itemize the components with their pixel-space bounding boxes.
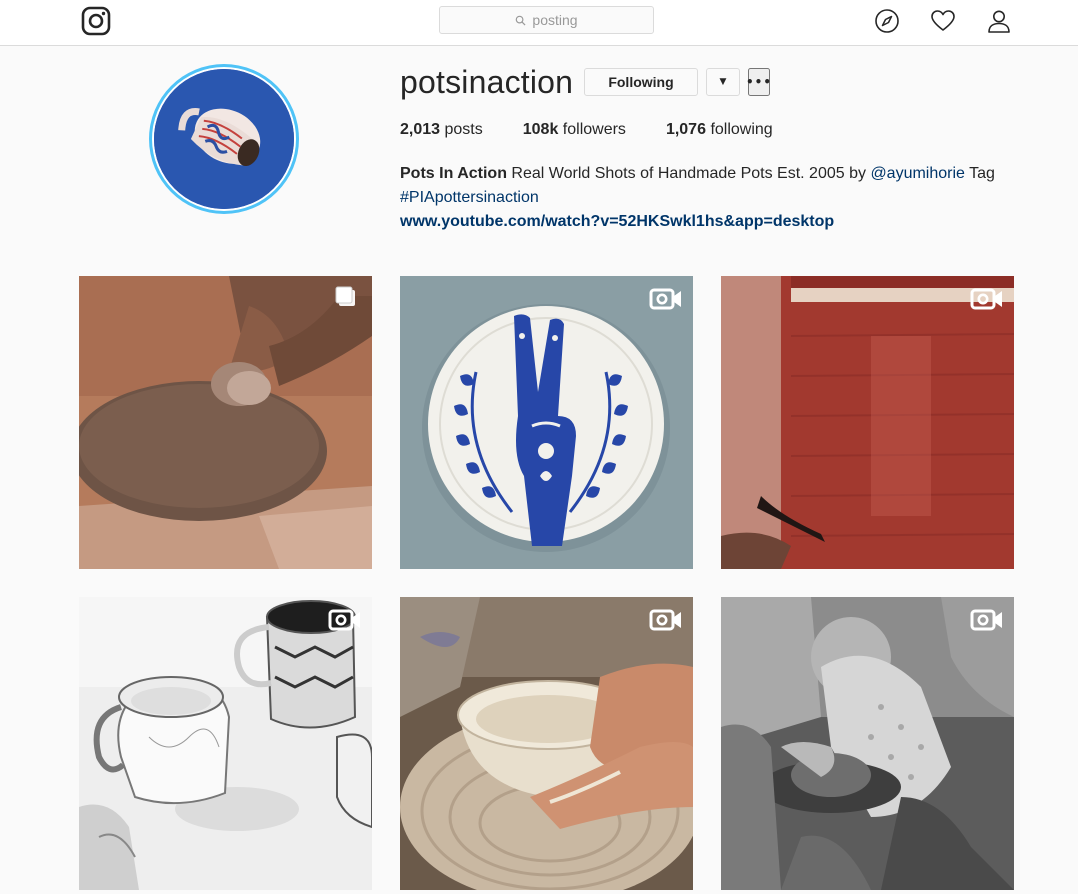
bio-website-link[interactable]: www.youtube.com/watch?v=52HKSwkl1hs&app=…: [400, 210, 1040, 234]
avatar-image: [154, 69, 294, 209]
instagram-logo-icon[interactable]: [81, 6, 111, 36]
heart-icon[interactable]: [930, 8, 956, 34]
post-tile[interactable]: [721, 597, 1014, 890]
posts-label: posts: [444, 121, 483, 138]
suggestions-dropdown-button[interactable]: ▼: [706, 68, 740, 96]
post-tile[interactable]: [400, 597, 693, 890]
search-input[interactable]: posting: [439, 6, 654, 34]
search-icon: [516, 15, 526, 26]
video-icon: [649, 288, 681, 310]
more-icon: •••: [746, 75, 773, 89]
followers-label: followers: [562, 121, 626, 138]
post-image: [721, 276, 1014, 569]
post-image: [79, 276, 372, 569]
user-icon[interactable]: [986, 8, 1012, 34]
search-placeholder: posting: [532, 12, 578, 28]
profile-full-name: Pots In Action: [400, 165, 507, 182]
compass-icon[interactable]: [874, 8, 900, 34]
bio-tag-word: Tag: [969, 165, 995, 182]
followers-count: 108k: [522, 121, 559, 138]
following-count: 1,076: [665, 121, 706, 138]
bio-text: Real World Shots of Handmade Pots Est. 2…: [511, 165, 866, 182]
posts-stat: 2,013 posts: [400, 121, 483, 139]
profile-stats: 2,013 posts 108k followers 1,076 followi…: [400, 121, 813, 139]
avatar[interactable]: [149, 64, 299, 214]
post-tile[interactable]: [79, 276, 372, 569]
post-image: [400, 597, 693, 890]
top-nav: posting: [0, 0, 1078, 46]
chevron-down-icon: ▼: [719, 77, 727, 87]
post-tile[interactable]: [721, 276, 1014, 569]
video-icon: [649, 609, 681, 631]
following-button[interactable]: Following: [584, 68, 698, 96]
followers-stat[interactable]: 108k followers: [523, 121, 626, 139]
post-tile[interactable]: [79, 597, 372, 890]
posts-count: 2,013: [400, 121, 441, 138]
following-label: following: [710, 121, 773, 138]
video-icon: [970, 288, 1002, 310]
video-icon: [328, 609, 360, 631]
profile-username: potsinaction: [400, 64, 574, 100]
following-stat[interactable]: 1,076 following: [666, 121, 773, 139]
post-image: [79, 597, 372, 890]
bio-hashtag-link[interactable]: #PIApottersinaction: [400, 189, 539, 206]
video-icon: [970, 609, 1002, 631]
more-options-button[interactable]: •••: [746, 68, 773, 96]
bio-mention-link[interactable]: @ayumihorie: [870, 165, 965, 182]
post-image: [400, 276, 693, 569]
post-image: [721, 597, 1014, 890]
post-tile[interactable]: [400, 276, 693, 569]
profile-bio: Pots In Action Real World Shots of Handm…: [400, 162, 1040, 234]
multiple-posts-icon: [335, 286, 355, 306]
